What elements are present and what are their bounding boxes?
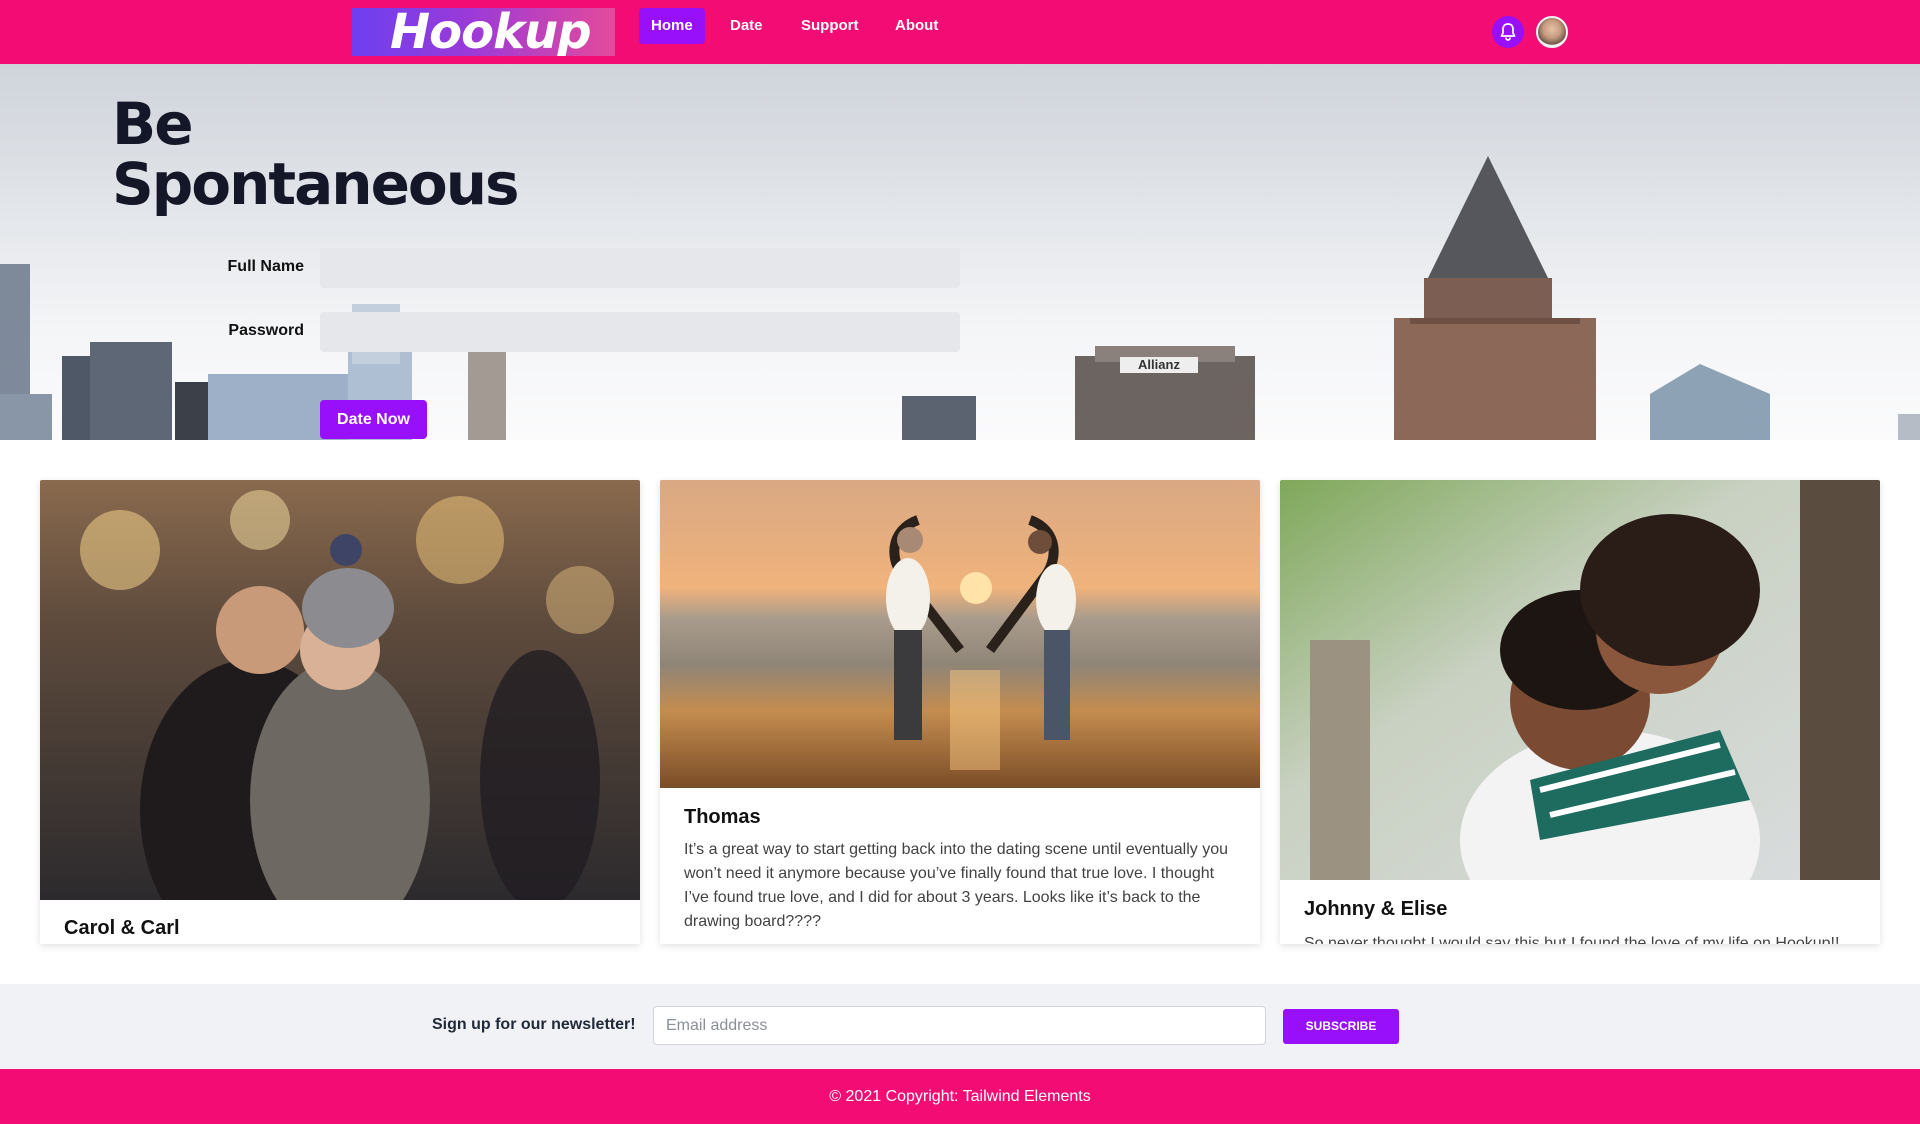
nav-about[interactable]: About [883, 8, 950, 44]
password-label: Password [228, 322, 304, 339]
newsletter-section: Sign up for our newsletter! SUBSCRIBE [0, 984, 1920, 1069]
date-now-button[interactable]: Date Now [320, 400, 427, 439]
footer-copyright: © 2021 Copyright: Tailwind Elements [0, 1069, 1920, 1124]
card-text: It’s a great way to start getting back i… [684, 841, 1229, 930]
testimonial-card-2[interactable]: Thomas It’s a great way to start getting… [660, 480, 1260, 944]
user-avatar[interactable] [1536, 16, 1568, 48]
fullname-input[interactable] [320, 248, 960, 288]
nav-support[interactable]: Support [789, 8, 871, 44]
brand-logo[interactable]: Hookup [352, 8, 615, 56]
fullname-label: Full Name [227, 258, 304, 275]
card-title: Johnny & Elise [1304, 898, 1448, 920]
nav-home[interactable]: Home [639, 8, 705, 44]
bell-icon [1500, 23, 1516, 41]
card-title: Thomas [684, 806, 761, 828]
hero-title-line1: Be [112, 90, 194, 158]
brand-logo-text: Hookup [390, 8, 592, 56]
card-title: Carol & Carl [64, 917, 180, 939]
building-sign-text: Allianz [1138, 357, 1180, 372]
hero-title-line2: Spontaneous [112, 150, 520, 218]
newsletter-label: Sign up for our newsletter! [432, 1016, 636, 1033]
subscribe-button[interactable]: SUBSCRIBE [1283, 1009, 1399, 1044]
hero-section: Allianz Be Spontaneous Full Name Passwor… [0, 64, 1920, 440]
card-text: So never thought I would say this but I … [1304, 935, 1840, 944]
newsletter-email-input[interactable] [653, 1006, 1266, 1045]
card-photo-couple-hug [1280, 480, 1880, 880]
card-photo-couple-snow [40, 480, 640, 900]
notifications-button[interactable] [1492, 16, 1524, 48]
card-photo-beach-sunset [660, 480, 1260, 788]
hero-title: Be Spontaneous [112, 90, 520, 218]
password-input[interactable] [320, 312, 960, 352]
nav-date[interactable]: Date [718, 8, 775, 44]
top-navbar: Hookup Home Date Support About [0, 0, 1920, 64]
testimonial-card-3[interactable]: Johnny & Elise So never thought I would … [1280, 480, 1880, 944]
testimonial-card-1[interactable]: Carol & Carl [40, 480, 640, 944]
